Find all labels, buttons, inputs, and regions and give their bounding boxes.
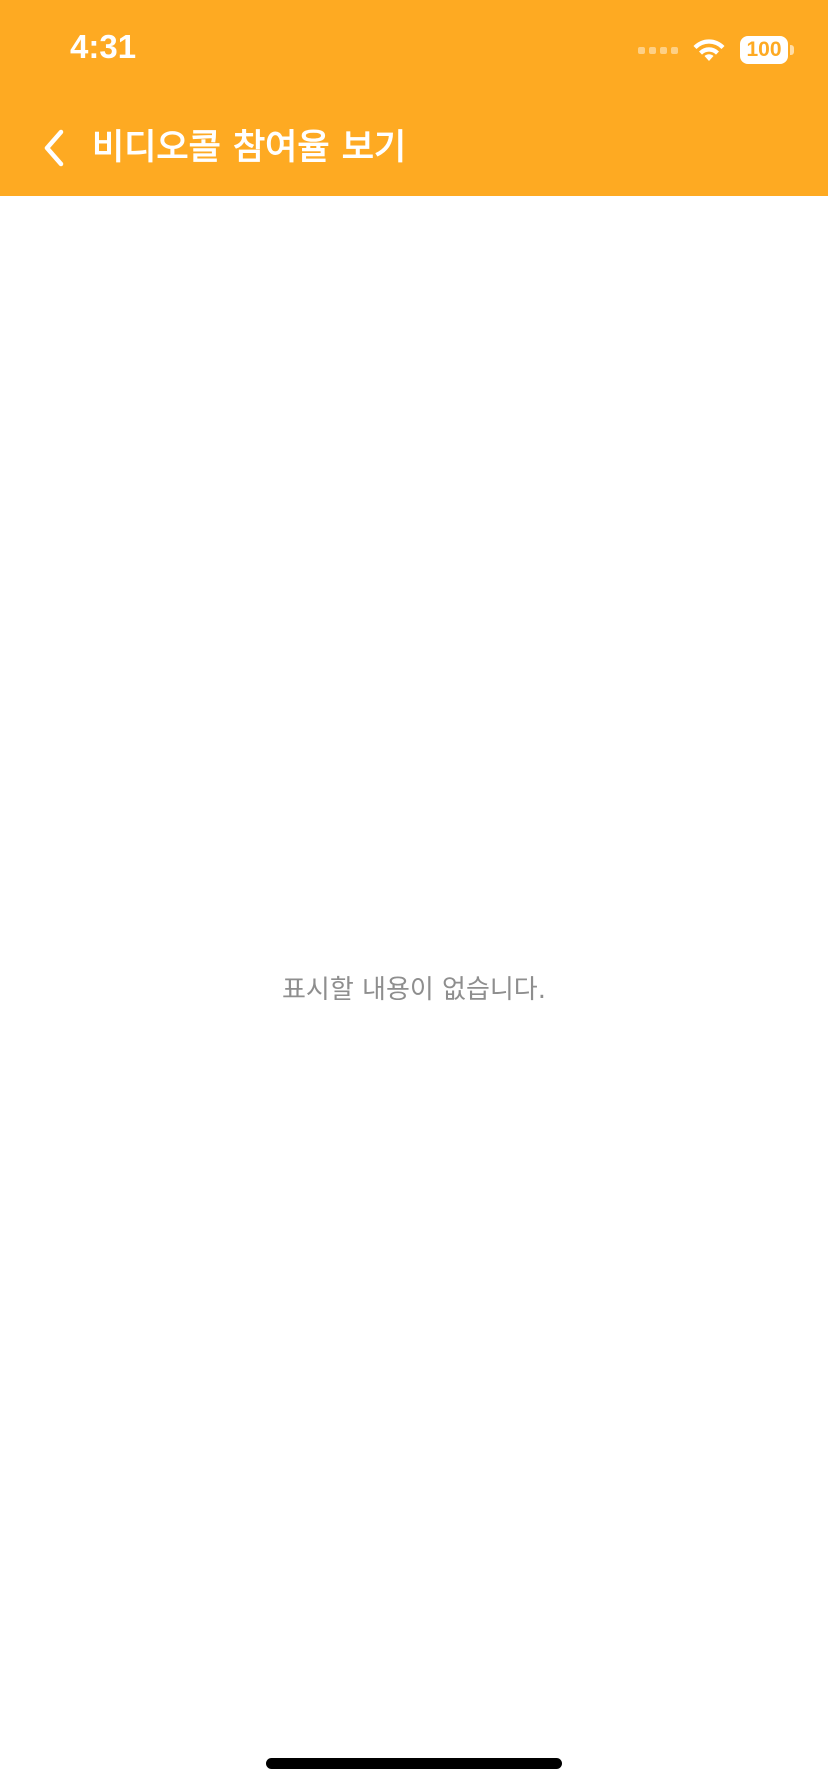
battery-level: 100: [740, 36, 788, 64]
chevron-left-icon: [44, 129, 64, 167]
header-bar: 4:31 100 비디오콜 참여율 보기: [0, 0, 828, 196]
status-indicators: 100: [638, 34, 794, 66]
wifi-icon: [692, 37, 726, 63]
empty-state-message: 표시할 내용이 없습니다.: [282, 975, 546, 1005]
battery-icon: 100: [740, 36, 794, 64]
screen: 4:31 100 비디오콜 참여율 보기 표시할 내용이 없습니다.: [0, 0, 828, 1792]
back-button[interactable]: [32, 122, 76, 174]
cellular-signal-icon: [638, 46, 678, 54]
page-title: 비디오콜 참여율 보기: [92, 128, 407, 168]
status-time: 4:31: [70, 28, 137, 65]
home-indicator[interactable]: [266, 1758, 562, 1769]
